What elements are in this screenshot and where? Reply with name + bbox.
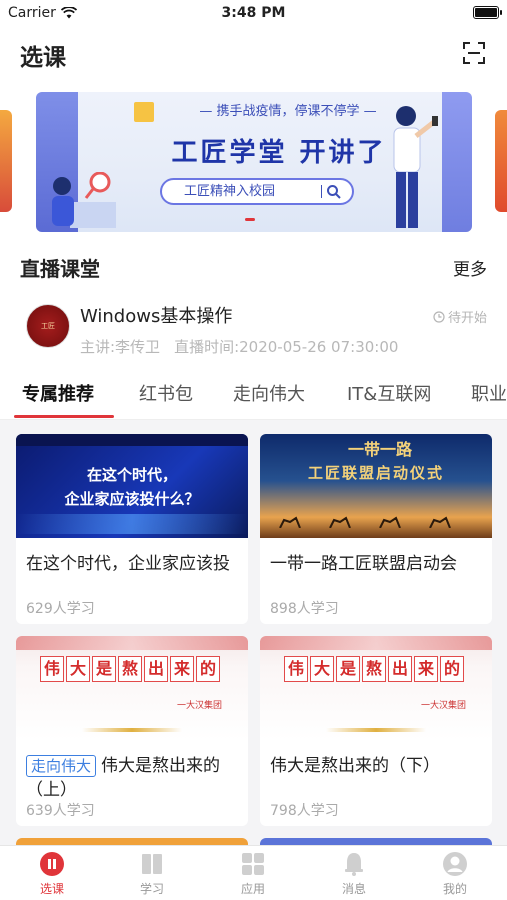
scan-icon[interactable] (463, 42, 485, 64)
grid-icon (242, 853, 264, 875)
carousel-indicator (245, 218, 255, 221)
banner-logo (134, 102, 154, 122)
learner-count: 629人学习 (26, 601, 95, 617)
category-tag: 走向伟大 (26, 755, 97, 777)
camel-silhouette (279, 516, 451, 528)
active-tab-indicator (14, 415, 114, 418)
clock-icon (433, 310, 445, 323)
clock: 3:48 PM (221, 5, 286, 21)
bottom-tab-bar: 选课 学习 应用 消息 我的 (0, 845, 507, 900)
lecturer: 主讲:李传卫 (80, 338, 161, 356)
banner-decor-right (442, 92, 472, 232)
battery-icon (473, 6, 502, 19)
live-time: 直播时间:2020-05-26 07:30:00 (174, 338, 399, 356)
course-thumbnail: 在这个时代， 企业家应该投什么？ (16, 434, 248, 538)
thumb-line: 工匠联盟启动仪式 (307, 464, 444, 482)
course-thumbnail: 一带一路 工匠联盟启动仪式 (260, 434, 492, 538)
thumb-line: 企业家应该投什么？ (64, 490, 200, 508)
thumb-signature: 一大汉集团 (176, 701, 222, 711)
tabbar-item-courses[interactable]: 选课 (22, 850, 82, 897)
course-avatar[interactable]: 工匠 (26, 304, 70, 348)
thumb-line: 在这个时代， (86, 466, 177, 484)
banner-carousel[interactable]: — 携手战疫情，停课不停学 — 工匠学堂 开讲了 工匠精神入校园 (0, 78, 507, 238)
learner-count: 639人学习 (26, 803, 95, 819)
course-card[interactable]: 伟大是熬出来的 一大汉集团 走向伟大 伟大是熬出来的（上） 639人学习 (16, 636, 248, 826)
course-title: 在这个时代，企业家应该投 (26, 554, 230, 574)
live-section: 直播课堂 更多 工匠 Windows基本操作 待开始 主讲:李传卫 直播时间:20… (0, 238, 507, 362)
app-screen: Carrier 3:48 PM 选课 — 携手战疫情，停课不停学 — 工匠学堂 … (0, 0, 507, 900)
live-section-title: 直播课堂 (20, 257, 100, 281)
learner-count: 798人学习 (270, 803, 339, 819)
course-title: 伟大是熬出来的（下） (270, 756, 440, 776)
tabbar-item-profile[interactable]: 我的 (425, 850, 485, 897)
banner-slide[interactable]: — 携手战疫情，停课不停学 — 工匠学堂 开讲了 工匠精神入校园 (36, 92, 472, 232)
top-header: 选课 (0, 28, 507, 78)
thumb-title-chars: 伟大是熬出来的 (40, 656, 220, 682)
live-course-title[interactable]: Windows基本操作 (80, 302, 232, 328)
pause-circle-icon (40, 852, 64, 876)
thumb-signature: 一大汉集团 (420, 701, 466, 711)
book-icon (142, 854, 162, 874)
tabbar-label: 应用 (240, 882, 265, 896)
user-icon (443, 852, 467, 876)
course-title: 一带一路工匠联盟启动会 (270, 554, 457, 574)
prev-banner-peek[interactable] (0, 110, 12, 212)
pill-divider (320, 185, 322, 198)
more-link[interactable]: 更多 (453, 255, 487, 280)
next-banner-peek[interactable] (495, 110, 507, 212)
banner-search-text: 工匠精神入校园 (184, 184, 276, 199)
course-thumbnail: 伟大是熬出来的 一大汉集团 (260, 636, 492, 740)
teacher-illustration (393, 106, 438, 228)
category-tabs: 专属推荐 红书包 走向伟大 IT&互联网 职业 (0, 362, 507, 420)
tabbar-label: 学习 (139, 882, 164, 896)
live-status-label: 待开始 (447, 311, 487, 326)
tabbar-label: 我的 (442, 882, 467, 896)
course-card[interactable]: 伟大是熬出来的 一大汉集团 伟大是熬出来的（下） 798人学习 (260, 636, 492, 826)
live-meta: 主讲:李传卫 直播时间:2020-05-26 07:30:00 (80, 336, 398, 357)
tabbar-item-study[interactable]: 学习 (122, 850, 182, 897)
bell-icon (345, 853, 363, 876)
search-icon (327, 185, 341, 199)
page-title: 选课 (20, 45, 66, 71)
banner-search-pill[interactable]: 工匠精神入校园 (160, 178, 354, 205)
tabbar-label: 选课 (39, 882, 64, 896)
tabbar-item-messages[interactable]: 消息 (324, 850, 384, 897)
course-card[interactable]: 一带一路 工匠联盟启动仪式 一带一路工匠联盟启动会 898人学习 (260, 434, 492, 624)
status-bar: Carrier 3:48 PM (0, 0, 507, 28)
live-status: 待开始 (433, 307, 487, 326)
tab-it-internet[interactable]: IT&互联网 (347, 380, 431, 406)
tab-exclusive[interactable]: 专属推荐 (22, 380, 94, 406)
tabbar-item-apps[interactable]: 应用 (223, 850, 283, 897)
course-card[interactable]: 在这个时代， 企业家应该投什么？ 在这个时代，企业家应该投 629人学习 (16, 434, 248, 624)
thumb-brush-text: 一带一路 (348, 440, 413, 459)
course-title-wrap: 走向伟大 伟大是熬出来的（上） (26, 754, 241, 802)
learner-count: 898人学习 (270, 601, 339, 617)
tab-career[interactable]: 职业 (471, 380, 507, 406)
thumb-title-chars: 伟大是熬出来的 (284, 656, 464, 682)
tab-toward-greatness[interactable]: 走向伟大 (233, 380, 305, 406)
reading-person-illustration (52, 172, 116, 228)
course-thumbnail: 伟大是熬出来的 一大汉集团 (16, 636, 248, 740)
tab-red-book[interactable]: 红书包 (139, 380, 193, 406)
tabbar-label: 消息 (341, 882, 366, 896)
